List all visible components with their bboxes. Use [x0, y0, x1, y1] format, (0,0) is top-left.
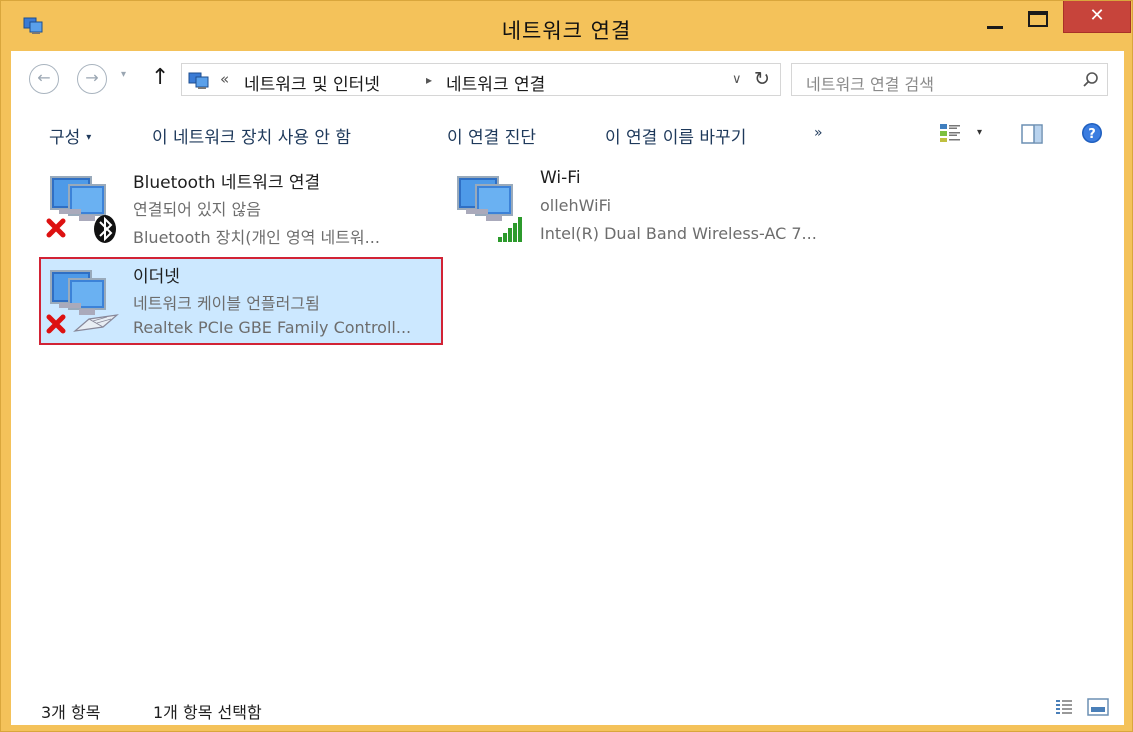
- breadcrumb-network-internet[interactable]: 네트워크 및 인터넷: [244, 70, 380, 95]
- close-icon: ✕: [1089, 5, 1105, 26]
- up-button[interactable]: ↑: [151, 65, 169, 90]
- title-bar[interactable]: 네트워크 연결 ✕: [1, 1, 1132, 51]
- up-arrow-icon: ↑: [151, 65, 170, 90]
- maximize-icon: [1028, 11, 1048, 27]
- breadcrumb-separator-icon[interactable]: ▸: [426, 73, 432, 87]
- address-bar[interactable]: « 네트워크 및 인터넷 ▸ 네트워크 연결 ∨ ↻: [181, 63, 781, 96]
- svg-text:?: ?: [1088, 127, 1096, 142]
- breadcrumb-network-connections[interactable]: 네트워크 연결: [446, 70, 545, 95]
- preview-pane-icon[interactable]: [1021, 123, 1043, 145]
- status-bar: 3개 항목 1개 항목 선택함: [11, 689, 1124, 725]
- back-button[interactable]: ←: [29, 64, 59, 94]
- selected-count: 1개 항목 선택함: [153, 703, 262, 722]
- forward-button[interactable]: →: [77, 64, 107, 94]
- maximize-button[interactable]: [1019, 1, 1057, 37]
- connection-status: ollehWiFi: [540, 196, 612, 215]
- connection-item-wifi[interactable]: Wi-Fi ollehWiFi Intel(R) Dual Band Wirel…: [446, 163, 850, 251]
- connection-name: Bluetooth 네트워크 연결: [133, 173, 321, 193]
- recent-locations-button[interactable]: ▾: [121, 69, 126, 80]
- diagnose-connection-button[interactable]: 이 연결 진단: [447, 123, 536, 148]
- connections-list: Bluetooth 네트워크 연결 연결되어 있지 않음 Bluetooth 장…: [11, 161, 1124, 681]
- help-icon[interactable]: ?: [1081, 122, 1103, 144]
- navigation-bar: ← → ▾ ↑ « 네트워크 및 인터넷 ▸ 네트워크 연결 ∨ ↻ 네트워크 …: [11, 51, 1124, 108]
- search-icon[interactable]: [1081, 70, 1101, 90]
- organize-label: 구성: [49, 128, 81, 148]
- wifi-network-icon: [457, 176, 522, 242]
- change-view-icon[interactable]: [939, 123, 961, 143]
- search-input[interactable]: 네트워크 연결 검색: [791, 63, 1108, 96]
- disable-device-button[interactable]: 이 네트워크 장치 사용 안 함: [152, 123, 351, 148]
- back-arrow-icon: ←: [37, 68, 51, 87]
- command-bar: 구성 ▾ 이 네트워크 장치 사용 안 함 이 연결 진단 이 연결 이름 바꾸기…: [11, 111, 1124, 159]
- minimize-button[interactable]: [975, 1, 1013, 37]
- view-options-chevron-icon[interactable]: ▾: [977, 127, 982, 138]
- rename-connection-button[interactable]: 이 연결 이름 바꾸기: [605, 123, 746, 148]
- connection-status: 연결되어 있지 않음: [133, 200, 261, 219]
- details-view-icon[interactable]: [1055, 699, 1073, 715]
- connection-name: 이더넷: [133, 267, 180, 287]
- more-commands-button[interactable]: »: [814, 125, 823, 141]
- network-folder-icon: [188, 72, 209, 89]
- search-placeholder: 네트워크 연결 검색: [806, 75, 934, 94]
- chevron-down-icon: ▾: [121, 69, 127, 80]
- close-button[interactable]: ✕: [1063, 1, 1131, 33]
- minimize-icon: [987, 26, 1003, 29]
- address-dropdown-icon[interactable]: ∨: [732, 72, 742, 87]
- connection-device: Intel(R) Dual Band Wireless-AC 7...: [540, 224, 817, 243]
- forward-arrow-icon: →: [85, 68, 99, 87]
- refresh-icon[interactable]: ↻: [754, 68, 770, 90]
- large-icons-view-icon[interactable]: [1087, 698, 1109, 716]
- overflow-chevron-icon[interactable]: «: [220, 70, 229, 88]
- connection-device: Realtek PCIe GBE Family Controll...: [133, 318, 412, 337]
- connection-name: Wi-Fi: [540, 168, 581, 188]
- item-count: 3개 항목: [41, 703, 101, 722]
- organize-menu-button[interactable]: 구성 ▾: [49, 123, 91, 148]
- chevron-down-icon: ▾: [86, 132, 92, 143]
- bluetooth-network-icon: [46, 176, 116, 243]
- ethernet-network-icon: [46, 270, 119, 334]
- connection-item-bluetooth[interactable]: Bluetooth 네트워크 연결 연결되어 있지 않음 Bluetooth 장…: [39, 163, 443, 251]
- window-title: 네트워크 연결: [501, 19, 632, 43]
- connection-device: Bluetooth 장치(개인 영역 네트워...: [133, 228, 380, 247]
- network-connections-window: 네트워크 연결 ✕ ← → ▾ ↑ « 네트워크 및 인터넷 ▸ 네트워크 연결…: [0, 0, 1133, 732]
- explorer-client-area: ← → ▾ ↑ « 네트워크 및 인터넷 ▸ 네트워크 연결 ∨ ↻ 네트워크 …: [11, 51, 1124, 725]
- connection-status: 네트워크 케이블 언플러그됨: [133, 294, 320, 313]
- connection-item-ethernet[interactable]: 이더넷 네트워크 케이블 언플러그됨 Realtek PCIe GBE Fami…: [39, 257, 443, 345]
